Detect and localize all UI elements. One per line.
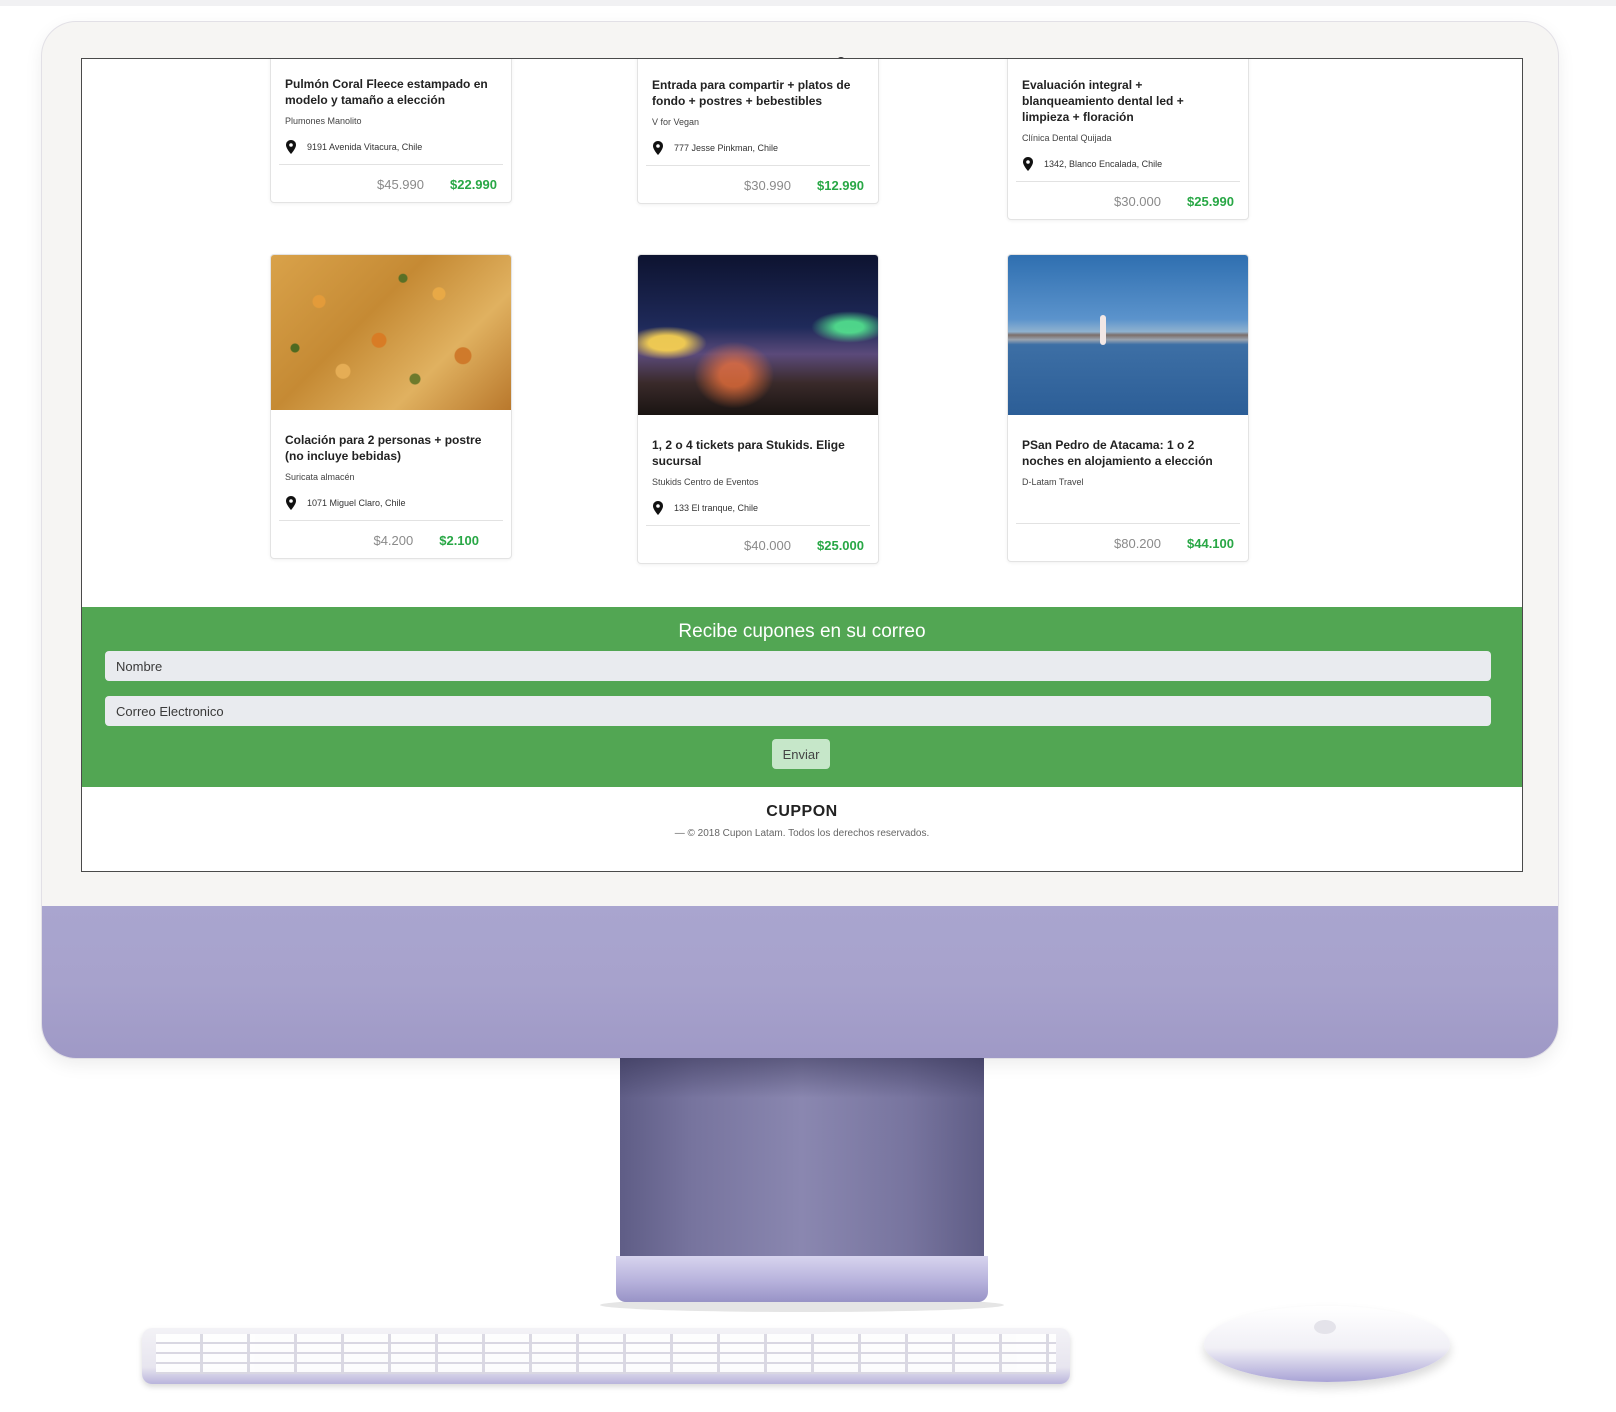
imac-foot xyxy=(616,1256,988,1302)
deal-prices: $80.200 $44.100 xyxy=(1016,523,1240,561)
location-text: 1342, Blanco Encalada, Chile xyxy=(1044,159,1163,169)
deal-image-carnival[interactable] xyxy=(638,255,878,415)
deal-title[interactable]: Pulmón Coral Fleece estampado en modelo … xyxy=(285,76,497,108)
location-pin-icon xyxy=(653,501,663,515)
deal-prices: $40.000 $25.000 xyxy=(646,525,870,563)
top-strip xyxy=(0,0,1616,6)
location-text: 777 Jesse Pinkman, Chile xyxy=(674,143,779,153)
discount-price: $44.100 xyxy=(1187,536,1234,551)
footer-copyright: — © 2018 Cupon Latam. Todos los derechos… xyxy=(674,828,930,839)
newsletter-title: Recibe cupones en su correo xyxy=(678,621,926,642)
location-pin-icon xyxy=(286,140,296,154)
deal-location: 1071 Miguel Claro, Chile xyxy=(285,496,497,510)
location-pin-icon xyxy=(286,496,296,510)
newsletter-section: Recibe cupones en su correo Enviar xyxy=(82,607,1522,787)
deal-image-lake[interactable] xyxy=(1008,255,1248,415)
imac-chin xyxy=(42,906,1558,1058)
deal-location: 9191 Avenida Vitacura, Chile xyxy=(285,140,497,154)
deal-title[interactable]: 1, 2 o 4 tickets para Stukids. Elige suc… xyxy=(652,437,864,469)
discount-price: $25.000 xyxy=(817,538,864,553)
location-pin-icon xyxy=(653,141,663,155)
deal-location: 1342, Blanco Encalada, Chile xyxy=(1022,157,1234,171)
magic-mouse xyxy=(1204,1306,1450,1382)
original-price: $30.990 xyxy=(744,178,791,193)
name-input[interactable] xyxy=(105,651,1491,681)
deal-title[interactable]: Colación para 2 personas + postre (no in… xyxy=(285,432,497,464)
email-input[interactable] xyxy=(105,696,1491,726)
deal-vendor: Stukids Centro de Eventos xyxy=(652,477,759,487)
discount-price: $2.100 xyxy=(439,533,479,548)
deal-location: 777 Jesse Pinkman, Chile xyxy=(652,141,864,155)
deal-vendor: D-Latam Travel xyxy=(1022,477,1084,487)
original-price: $80.200 xyxy=(1114,536,1161,551)
keyboard xyxy=(142,1328,1070,1384)
deal-vendor: Suricata almacén xyxy=(285,472,355,482)
original-price: $4.200 xyxy=(373,533,414,548)
deal-image-food[interactable] xyxy=(271,255,511,410)
deal-prices: $4.200 $2.100 xyxy=(279,520,503,558)
deal-vendor: Plumones Manolito xyxy=(285,116,362,126)
deal-prices: $30.990 $12.990 xyxy=(646,165,870,203)
deal-card[interactable]: 1, 2 o 4 tickets para Stukids. Elige suc… xyxy=(637,254,879,564)
original-price: $30.000 xyxy=(1114,194,1161,209)
deal-card[interactable]: Evaluación integral + blanqueamiento den… xyxy=(1007,59,1249,220)
website-screen: Pulmón Coral Fleece estampado en modelo … xyxy=(81,58,1523,872)
stand-shadow xyxy=(620,1058,984,1098)
deal-card[interactable]: Entrada para compartir + platos de fondo… xyxy=(637,59,879,204)
location-text: 1071 Miguel Claro, Chile xyxy=(307,498,406,508)
deal-title[interactable]: PSan Pedro de Atacama: 1 o 2 noches en a… xyxy=(1022,437,1234,469)
footer-brand: CUPPON xyxy=(766,803,838,820)
deal-card[interactable]: PSan Pedro de Atacama: 1 o 2 noches en a… xyxy=(1007,254,1249,562)
original-price: $40.000 xyxy=(744,538,791,553)
deal-location: 133 El tranque, Chile xyxy=(652,501,864,515)
deal-title[interactable]: Evaluación integral + blanqueamiento den… xyxy=(1022,77,1234,125)
discount-price: $25.990 xyxy=(1187,194,1234,209)
discount-price: $12.990 xyxy=(817,178,864,193)
deal-vendor: Clínica Dental Quijada xyxy=(1022,133,1112,143)
deal-card[interactable]: Colación para 2 personas + postre (no in… xyxy=(270,254,512,559)
deal-card[interactable]: Pulmón Coral Fleece estampado en modelo … xyxy=(270,59,512,203)
location-text: 133 El tranque, Chile xyxy=(674,503,759,513)
discount-price: $22.990 xyxy=(450,177,497,192)
location-text: 9191 Avenida Vitacura, Chile xyxy=(307,142,423,152)
original-price: $45.990 xyxy=(377,177,424,192)
apple-logo-icon xyxy=(1314,1320,1336,1334)
deal-prices: $45.990 $22.990 xyxy=(279,164,503,202)
deal-prices: $30.000 $25.990 xyxy=(1016,181,1240,219)
location-pin-icon xyxy=(1023,157,1033,171)
deal-title[interactable]: Entrada para compartir + platos de fondo… xyxy=(652,77,864,109)
deal-vendor: V for Vegan xyxy=(652,117,700,127)
submit-button[interactable]: Enviar xyxy=(772,739,830,769)
